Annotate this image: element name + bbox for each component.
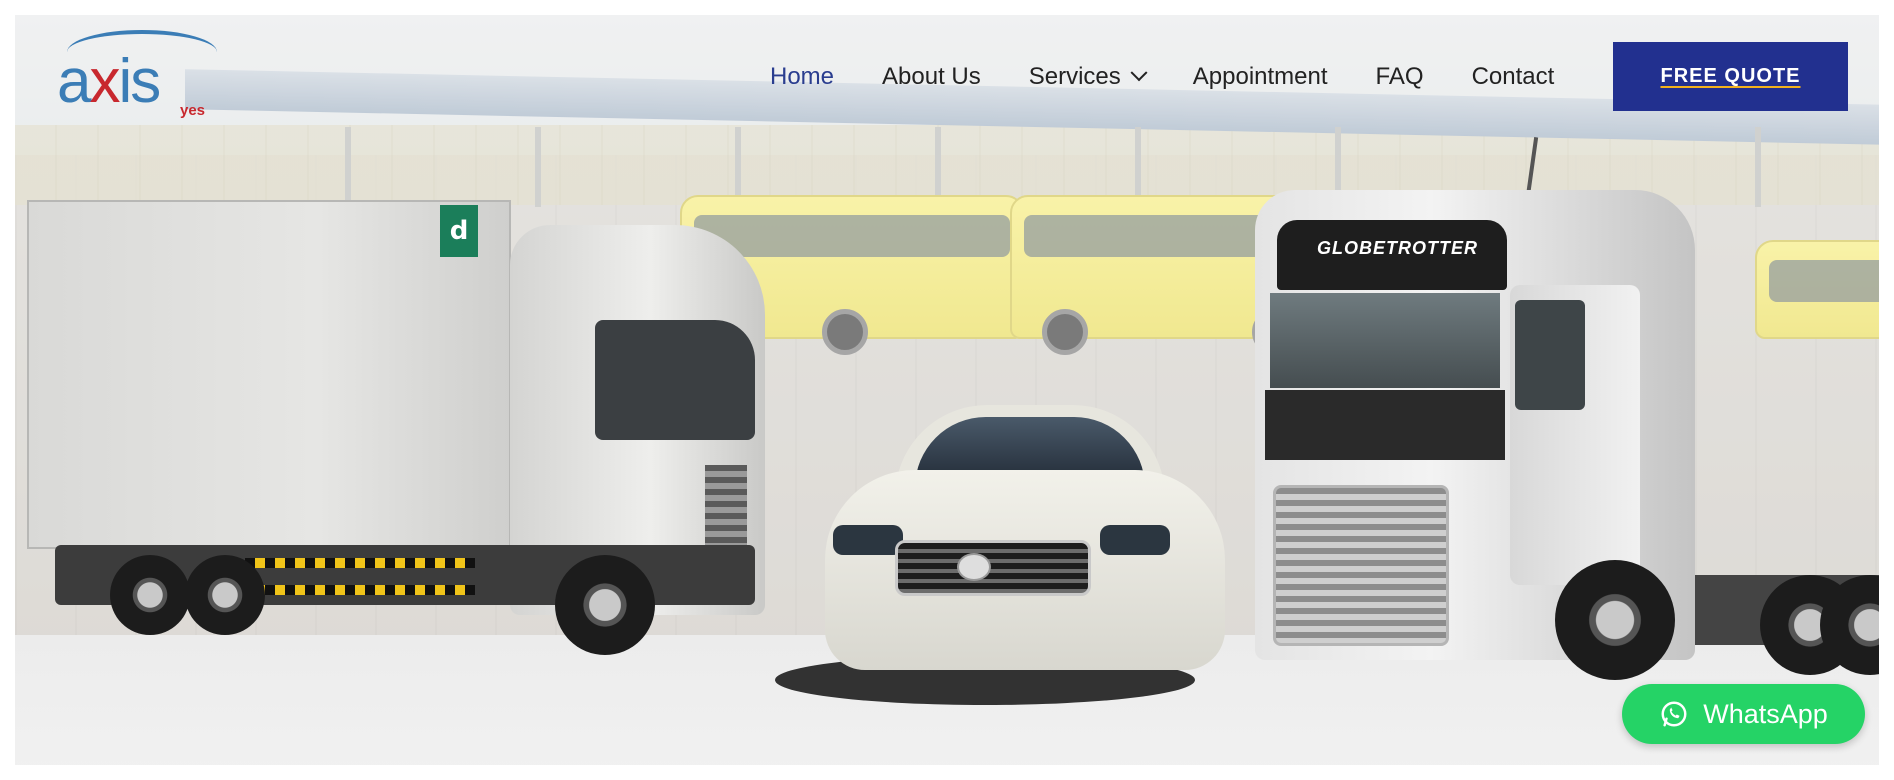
logo-letters: is bbox=[118, 47, 161, 116]
car-headlight bbox=[833, 525, 903, 555]
nav-appointment[interactable]: Appointment bbox=[1193, 63, 1328, 91]
whatsapp-label: WhatsApp bbox=[1703, 698, 1828, 729]
car-grille bbox=[895, 540, 1091, 596]
whatsapp-icon bbox=[1661, 701, 1687, 727]
truck-wheel bbox=[185, 555, 265, 635]
logo-letter: a bbox=[57, 47, 92, 116]
nav-faq[interactable]: FAQ bbox=[1376, 63, 1424, 91]
semi-side-window bbox=[1515, 300, 1585, 410]
logo-tagline: yes bbox=[180, 102, 206, 119]
truck-windshield bbox=[595, 320, 755, 440]
semi-windshield bbox=[1270, 293, 1500, 388]
box-truck-body bbox=[27, 200, 511, 549]
semi-wheel bbox=[1555, 560, 1675, 680]
truck-wheel bbox=[110, 555, 190, 635]
truck-wheel bbox=[555, 555, 655, 655]
warning-stripe bbox=[245, 558, 475, 568]
semi-grille bbox=[1273, 485, 1449, 646]
semi-sun-visor: GLOBETROTTER bbox=[1277, 220, 1507, 290]
nav-home-label: Home bbox=[770, 63, 835, 90]
whatsapp-button[interactable]: WhatsApp bbox=[1622, 684, 1865, 744]
nav-about-label: About Us bbox=[882, 63, 981, 90]
logo-wordmark: axis bbox=[57, 46, 161, 117]
nav-appointment-label: Appointment bbox=[1192, 63, 1328, 90]
cab-lettering: GLOBETROTTER bbox=[1317, 238, 1478, 258]
hero-section: d GLOBETROTTER bbox=[15, 15, 1879, 765]
truck-badge: d bbox=[440, 205, 478, 257]
nav-faq-label: FAQ bbox=[1375, 63, 1424, 90]
car-badge bbox=[957, 553, 991, 581]
semi-front-band bbox=[1265, 390, 1505, 460]
warning-stripe bbox=[245, 585, 475, 595]
main-nav: Home About Us Services Appointment FAQ C… bbox=[770, 62, 1602, 92]
chevron-down-icon bbox=[1130, 64, 1148, 82]
nav-services[interactable]: Services bbox=[1028, 63, 1148, 91]
nav-contact-label: Contact bbox=[1471, 63, 1555, 90]
free-quote-button[interactable]: FREE QUOTE bbox=[1613, 42, 1848, 111]
site-logo[interactable]: axis yes bbox=[57, 30, 225, 122]
nav-services-label: Services bbox=[1028, 63, 1121, 90]
nav-home[interactable]: Home bbox=[770, 63, 834, 91]
nav-contact[interactable]: Contact bbox=[1472, 63, 1555, 91]
logo-letter-x: x bbox=[89, 47, 120, 116]
car-headlight bbox=[1100, 525, 1170, 555]
nav-about-us[interactable]: About Us bbox=[882, 63, 981, 91]
